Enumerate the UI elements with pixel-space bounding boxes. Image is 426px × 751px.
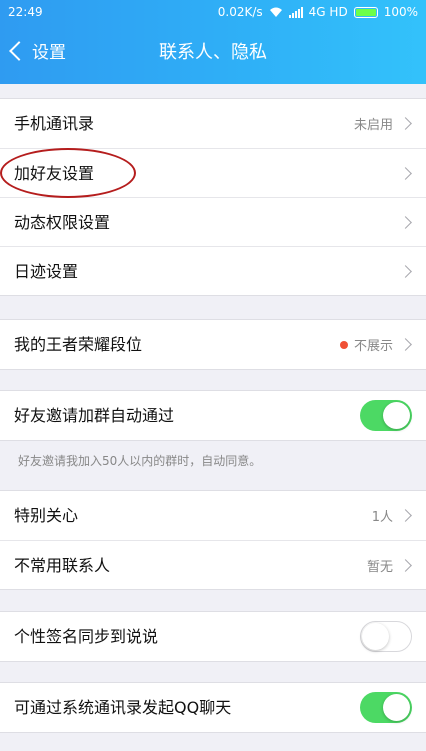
chevron-right-icon — [399, 509, 412, 522]
row-right: 不展示 — [339, 320, 412, 369]
chevron-right-icon — [399, 265, 412, 278]
chevron-right-icon — [399, 167, 412, 180]
row-right: 1人 — [372, 491, 412, 540]
chevron-right-icon — [399, 117, 412, 130]
wifi-icon — [269, 7, 282, 17]
row-label: 不常用联系人 — [14, 556, 111, 575]
signature-sync-toggle[interactable] — [360, 621, 412, 652]
row-value: 未启用 — [353, 118, 393, 133]
auto-accept-toggle[interactable] — [360, 400, 412, 431]
row-label: 我的王者荣耀段位 — [14, 335, 143, 354]
row-special-care[interactable]: 特别关心 1人 — [0, 491, 426, 540]
row-phone-contacts[interactable]: 手机通讯录 未启用 — [0, 99, 426, 148]
row-right — [399, 198, 412, 247]
row-label: 动态权限设置 — [14, 213, 111, 232]
nav-bar: 设置 联系人、隐私 — [0, 28, 426, 76]
row-value: 不展示 — [353, 339, 393, 354]
row-signature-sync: 个性签名同步到说说 — [0, 612, 426, 661]
page-title: 联系人、隐私 — [159, 42, 267, 63]
row-label: 手机通讯录 — [14, 114, 95, 133]
auto-accept-footnote: 好友邀请我加入50人以内的群时，自动同意。 — [18, 454, 262, 468]
row-right — [399, 149, 412, 198]
row-value: 暂无 — [366, 560, 393, 575]
row-value: 1人 — [371, 510, 393, 525]
chevron-right-icon — [399, 216, 412, 229]
toggle-knob — [383, 694, 410, 721]
status-right: 0.02K/s 4G HD 100% — [218, 0, 418, 24]
signal-icon — [288, 6, 303, 18]
row-right: 暂无 — [367, 541, 412, 590]
battery-icon — [353, 6, 378, 18]
network-type: 4G HD — [308, 5, 348, 19]
row-right — [360, 391, 412, 440]
settings-group-system-contacts: 可通过系统通讯录发起QQ聊天 — [0, 682, 426, 733]
row-system-contacts-chat: 可通过系统通讯录发起QQ聊天 — [0, 683, 426, 732]
settings-group-friends: 特别关心 1人 不常用联系人 暂无 — [0, 490, 426, 590]
settings-group-group-invite: 好友邀请加群自动通过 — [0, 390, 426, 441]
row-label: 个性签名同步到说说 — [14, 627, 159, 646]
chevron-right-icon — [399, 559, 412, 572]
row-game-rank[interactable]: 我的王者荣耀段位 不展示 — [0, 320, 426, 369]
header-bar: 22:49 0.02K/s 4G HD 100% 设置 联系人、隐私 — [0, 0, 426, 84]
network-speed: 0.02K/s — [217, 5, 263, 19]
battery-percent: 100% — [383, 5, 418, 19]
toggle-knob — [383, 402, 410, 429]
row-infrequent-contacts[interactable]: 不常用联系人 暂无 — [0, 540, 426, 589]
toggle-knob — [362, 623, 389, 650]
row-feed-permissions[interactable]: 动态权限设置 — [0, 197, 426, 246]
settings-group-game: 我的王者荣耀段位 不展示 — [0, 319, 426, 370]
settings-group-signature: 个性签名同步到说说 — [0, 611, 426, 662]
row-daily-story-settings[interactable]: 日迹设置 — [0, 246, 426, 295]
row-auto-accept-group-invite: 好友邀请加群自动通过 — [0, 391, 426, 440]
row-right — [360, 683, 412, 732]
status-time: 22:49 — [8, 5, 43, 19]
row-label: 特别关心 — [14, 506, 79, 525]
row-label: 可通过系统通讯录发起QQ聊天 — [14, 698, 232, 717]
status-bar: 22:49 0.02K/s 4G HD 100% — [0, 0, 426, 24]
highlight-circle — [0, 148, 136, 198]
row-label: 日迹设置 — [14, 262, 79, 281]
system-contacts-chat-toggle[interactable] — [360, 692, 412, 723]
red-dot-icon — [339, 340, 348, 349]
row-right — [399, 247, 412, 296]
row-right: 未启用 — [354, 99, 412, 148]
row-right — [360, 612, 412, 661]
chevron-right-icon — [399, 338, 412, 351]
row-label: 好友邀请加群自动通过 — [14, 406, 175, 425]
